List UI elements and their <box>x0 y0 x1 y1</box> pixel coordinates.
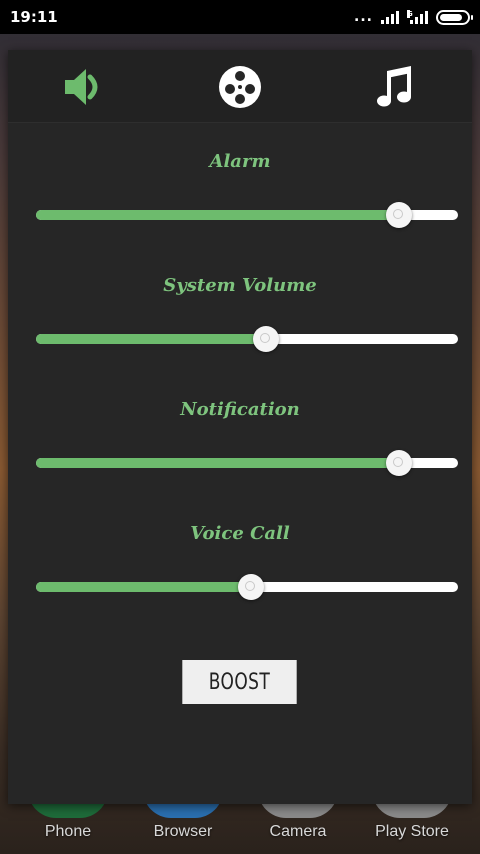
signal-strength-2-icon: G <box>407 10 428 24</box>
signal-strength-icon <box>381 10 399 24</box>
more-notifications-icon: ... <box>354 9 373 25</box>
alarm-slider[interactable] <box>36 200 458 230</box>
tab-music[interactable] <box>370 62 420 112</box>
dock-label-camera: Camera <box>269 823 327 840</box>
notification-slider[interactable] <box>36 448 458 478</box>
slider-fill <box>36 210 399 220</box>
speaker-icon <box>65 69 98 105</box>
slider-fill <box>36 582 252 592</box>
system-volume-label: System Volume <box>163 275 317 296</box>
music-note-icon <box>377 66 411 107</box>
dock-label-play-store: Play Store <box>375 823 449 840</box>
status-bar: 19:11 ... G <box>0 0 480 34</box>
film-reel-icon <box>219 66 261 108</box>
voice-call-label: Voice Call <box>190 523 290 544</box>
notification-label: Notification <box>180 399 300 420</box>
dock-label-browser: Browser <box>153 823 213 840</box>
slider-fill <box>36 458 399 468</box>
network-type-badge: G <box>407 10 413 18</box>
tab-bar <box>8 50 472 123</box>
tab-media[interactable] <box>215 62 265 112</box>
boost-button[interactable]: BOOST <box>182 660 297 704</box>
slider-thumb[interactable] <box>385 202 412 228</box>
status-icons: ... G <box>354 9 473 25</box>
voice-call-slider[interactable] <box>36 572 458 602</box>
alarm-label: Alarm <box>209 151 271 172</box>
slider-thumb[interactable] <box>252 326 279 352</box>
slider-fill <box>36 334 266 344</box>
status-time: 19:11 <box>10 8 58 26</box>
tab-volume[interactable] <box>60 62 110 112</box>
slider-thumb[interactable] <box>385 450 412 476</box>
dock-label-phone: Phone <box>44 823 92 840</box>
battery-icon <box>436 9 473 25</box>
volume-panel: Alarm System Volume Notification Voice C… <box>8 50 472 804</box>
system-volume-slider[interactable] <box>36 324 458 354</box>
slider-thumb[interactable] <box>238 574 265 600</box>
